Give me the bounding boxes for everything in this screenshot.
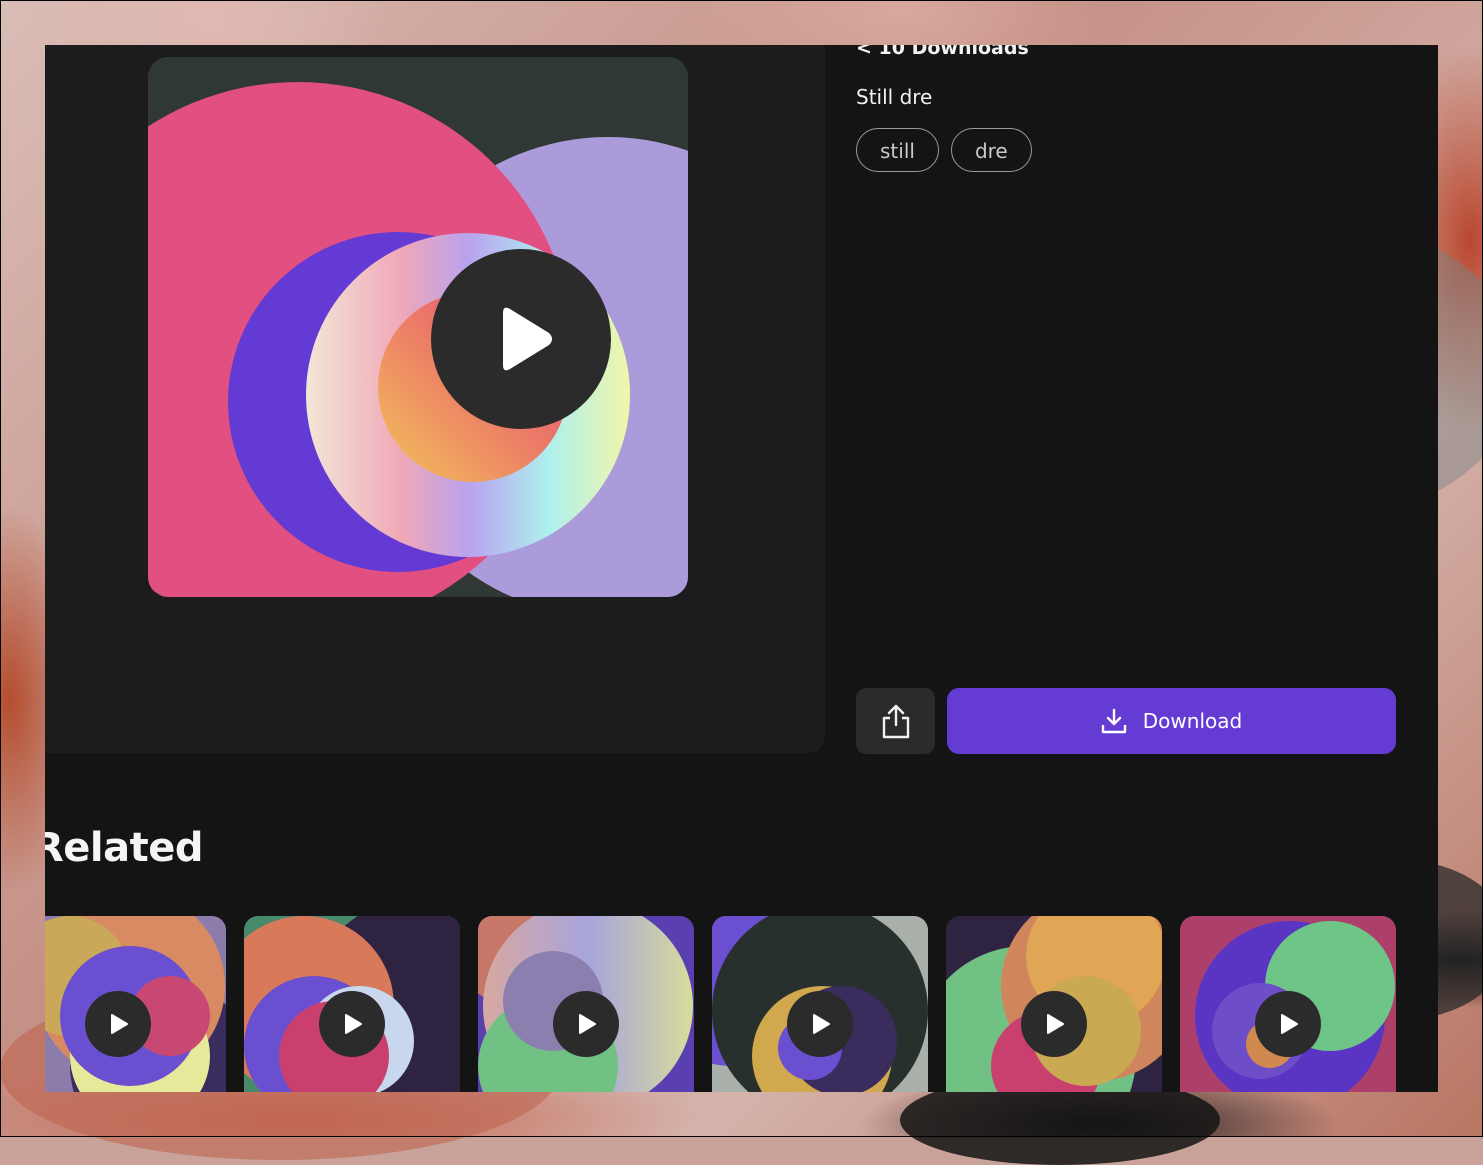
play-icon	[1281, 1014, 1298, 1034]
play-button[interactable]	[85, 991, 151, 1057]
play-icon	[345, 1014, 362, 1034]
related-item[interactable]	[45, 916, 226, 1092]
download-label: Download	[1142, 709, 1243, 733]
related-item[interactable]	[1180, 916, 1396, 1092]
play-button[interactable]	[431, 249, 611, 429]
related-item[interactable]	[244, 916, 460, 1092]
play-button[interactable]	[1021, 991, 1087, 1057]
share-button[interactable]	[856, 688, 935, 754]
download-icon	[1101, 708, 1126, 734]
related-list	[45, 916, 1438, 1092]
play-icon	[1047, 1014, 1064, 1034]
share-icon	[882, 704, 910, 739]
related-item[interactable]	[712, 916, 928, 1092]
play-button[interactable]	[319, 991, 385, 1057]
download-button[interactable]: Download	[947, 688, 1396, 754]
play-icon	[111, 1014, 128, 1034]
downloads-count: < 10 Downloads	[856, 45, 1029, 59]
play-icon	[579, 1014, 596, 1034]
track-artwork	[148, 57, 688, 597]
play-icon	[813, 1014, 830, 1034]
play-button[interactable]	[787, 991, 853, 1057]
tag-list: still dre	[856, 128, 1032, 172]
play-icon	[503, 307, 552, 371]
related-heading: Related	[45, 825, 204, 871]
related-item[interactable]	[946, 916, 1162, 1092]
play-button[interactable]	[553, 991, 619, 1057]
play-button[interactable]	[1255, 991, 1321, 1057]
track-title: Still dre	[856, 85, 933, 109]
player-card	[45, 45, 825, 753]
track-detail-panel: < 10 Downloads Still dre still dre Downl…	[45, 45, 1438, 1092]
related-item[interactable]	[478, 916, 694, 1092]
tag-still[interactable]: still	[856, 128, 939, 172]
tag-dre[interactable]: dre	[950, 128, 1032, 172]
